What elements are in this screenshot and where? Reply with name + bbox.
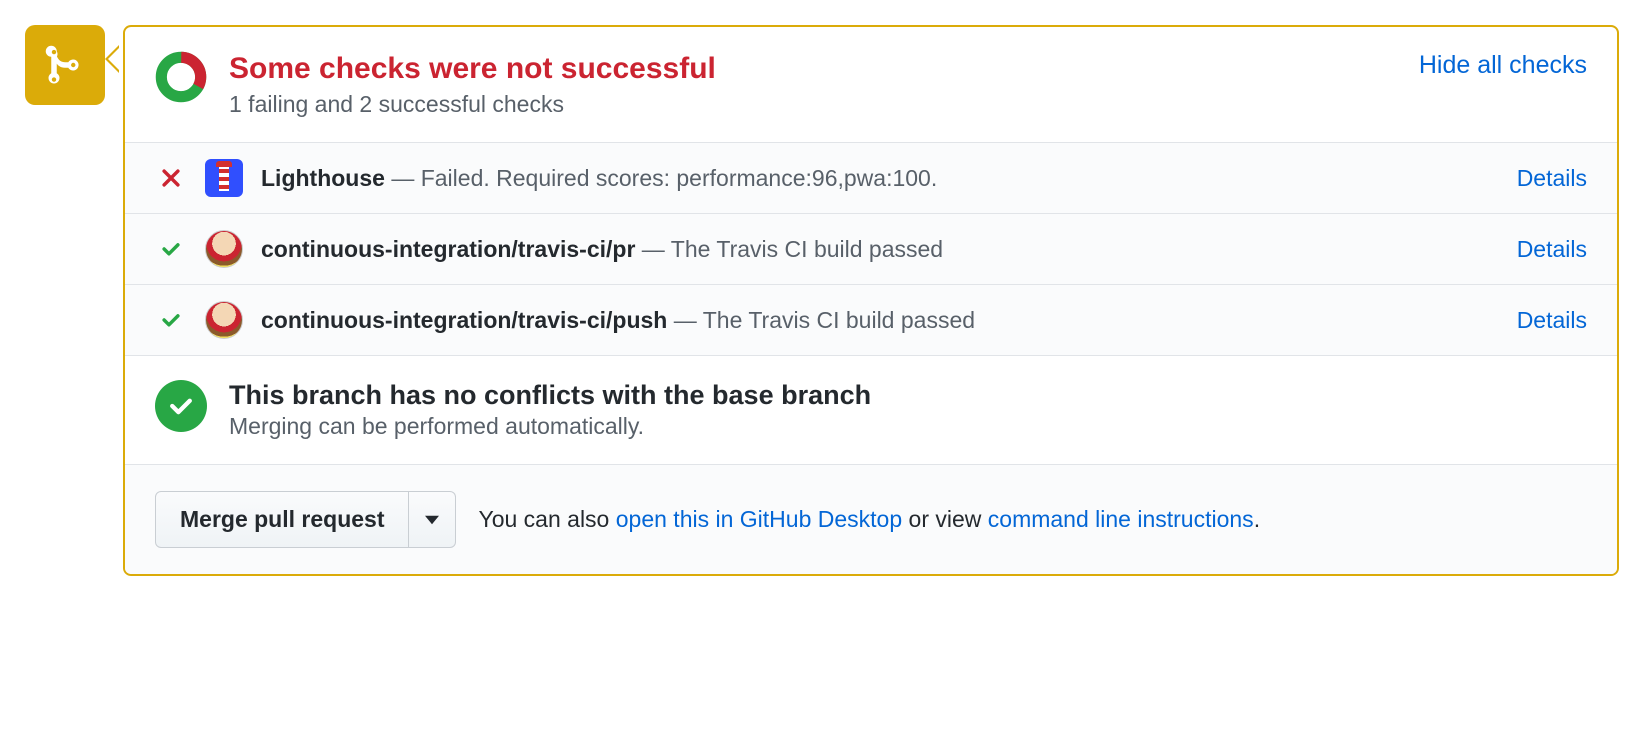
check-row: continuous-integration/travis-ci/push — … (125, 285, 1617, 356)
merge-status-panel: Some checks were not successful 1 failin… (123, 25, 1619, 576)
details-link[interactable]: Details (1517, 307, 1587, 334)
merge-status-badge (25, 25, 105, 105)
merge-button-group: Merge pull request (155, 491, 456, 548)
conflict-sub: Merging can be performed automatically. (229, 413, 871, 440)
conflict-status: This branch has no conflicts with the ba… (125, 356, 1617, 465)
check-row: continuous-integration/travis-ci/pr — Th… (125, 214, 1617, 285)
checks-header: Some checks were not successful 1 failin… (125, 27, 1617, 143)
x-icon (160, 167, 182, 189)
hide-all-checks-link[interactable]: Hide all checks (1419, 51, 1587, 80)
merge-footer: Merge pull request You can also open thi… (125, 465, 1617, 574)
merge-pull-request-button[interactable]: Merge pull request (155, 491, 409, 548)
caret-down-icon (425, 515, 439, 525)
git-merge-icon (43, 43, 87, 87)
merge-alt-text: You can also open this in GitHub Desktop… (478, 506, 1260, 533)
check-text: continuous-integration/travis-ci/pr — Th… (261, 236, 1499, 263)
status-donut-icon (155, 51, 207, 103)
command-line-instructions-link[interactable]: command line instructions (988, 506, 1254, 532)
check-icon (160, 238, 182, 260)
details-link[interactable]: Details (1517, 165, 1587, 192)
merge-options-dropdown[interactable] (409, 491, 456, 548)
checks-summary: 1 failing and 2 successful checks (229, 91, 1397, 118)
details-link[interactable]: Details (1517, 236, 1587, 263)
checks-title: Some checks were not successful (229, 51, 1397, 87)
open-github-desktop-link[interactable]: open this in GitHub Desktop (616, 506, 902, 532)
check-row: Lighthouse — Failed. Required scores: pe… (125, 143, 1617, 214)
lighthouse-avatar (205, 159, 243, 197)
travis-avatar (205, 230, 243, 268)
success-circle-icon (155, 380, 207, 432)
check-text: continuous-integration/travis-ci/push — … (261, 307, 1499, 334)
conflict-title: This branch has no conflicts with the ba… (229, 380, 871, 411)
check-text: Lighthouse — Failed. Required scores: pe… (261, 165, 1499, 192)
travis-avatar (205, 301, 243, 339)
check-icon (160, 309, 182, 331)
